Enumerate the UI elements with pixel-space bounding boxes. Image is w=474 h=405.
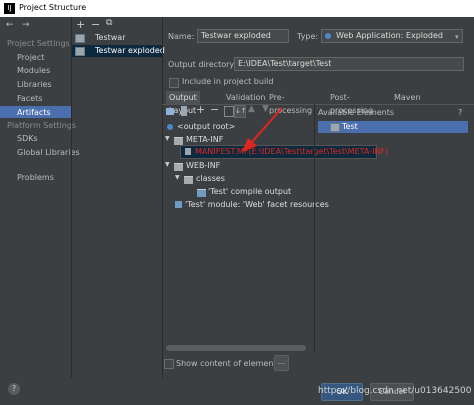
more-button[interactable]: ... [274,355,289,371]
tree-classes[interactable]: classes [196,174,225,183]
help-button[interactable]: ? [8,383,20,395]
output-directory-field[interactable]: E:\IDEA\Test\target\Test [234,57,464,71]
tree-web-inf[interactable]: WEB-INF [186,161,220,170]
type-label: Type: [297,32,319,41]
collapse-icon[interactable]: ▼ [175,174,180,181]
available-elements-title: Available Elements [318,108,395,117]
artifact-name-field[interactable]: Testwar exploded [197,29,289,43]
available-selection [318,121,468,133]
show-content-label: Show content of elements [176,359,281,368]
artifact-type-dropdown[interactable]: Web Application: Exploded [321,29,463,43]
exploded-artifact-icon [75,47,85,56]
list-divider [162,17,163,378]
folder-icon [174,163,183,171]
war-artifact-icon [75,34,85,43]
artifact-item-testwar-exploded[interactable]: Testwar exploded [95,46,165,55]
output-root-icon [167,124,173,130]
sidebar-item-modules[interactable]: Modules [17,66,50,75]
nav-back-icon[interactable]: ← [6,20,14,30]
facet-icon [175,201,182,208]
new-directory-icon[interactable] [166,108,174,115]
watermark: https://blog.csdn.net/u013642500 [318,386,472,396]
tabs-underline [162,104,474,105]
help-icon[interactable]: ? [458,108,462,117]
artifact-item-testwar[interactable]: Testwar [95,33,126,42]
chevron-down-icon: ▾ [455,33,459,41]
web-type-icon [325,33,331,39]
tree-meta-inf[interactable]: META-INF [186,135,223,144]
module-icon [330,123,340,132]
tree-manifest[interactable]: MANIFEST.MF(E:\IDEA\Test\target\Test\MET… [195,147,388,156]
add-artifact-button[interactable]: + [76,18,85,31]
include-build-label: Include in project build [182,77,274,86]
show-content-checkbox[interactable] [164,359,174,369]
sidebar-item-libraries[interactable]: Libraries [17,80,52,89]
sidebar-item-project[interactable]: Project [17,53,44,62]
nav-forward-icon[interactable]: → [22,20,30,30]
project-settings-heading: Project Settings [7,39,70,48]
folder-icon [184,176,193,184]
add-element-icon[interactable]: + [196,103,205,116]
tree-output-root[interactable]: <output root> [177,122,235,131]
sidebar-item-facets[interactable]: Facets [17,94,42,103]
intellij-icon: IJ [4,3,15,14]
tree-facet-resources[interactable]: 'Test' module: 'Web' facet resources [185,200,329,209]
output-directory-label: Output directory: [168,60,237,69]
name-label: Name: [168,32,195,41]
window-title: Project Structure [19,3,87,12]
sidebar-item-sdks[interactable]: SDKs [17,134,38,143]
pane-divider [314,104,315,352]
tab-maven[interactable]: Maven [391,91,424,104]
tab-post-processing[interactable]: Post-processing [327,91,376,115]
remove-element-icon[interactable]: − [210,103,219,116]
platform-settings-heading: Platform Settings [7,121,77,130]
horizontal-scrollbar[interactable] [166,345,306,351]
copy-artifact-button[interactable]: ⧉ [106,18,112,28]
include-build-checkbox[interactable] [169,78,179,88]
file-icon [185,148,191,155]
sidebar-item-artifacts[interactable]: Artifacts [17,108,51,117]
archive-icon[interactable] [181,106,187,116]
title-bar: IJ Project Structure [0,0,474,17]
annotation-arrow [242,107,283,152]
tab-output-layout[interactable]: Output Layout [166,91,200,115]
available-item-test[interactable]: Test [342,122,358,131]
tree-compile-output[interactable]: 'Test' compile output [208,187,291,196]
sidebar-divider [71,17,72,378]
collapse-icon[interactable]: ▼ [165,135,170,142]
sidebar-item-problems[interactable]: Problems [17,173,54,182]
module-output-icon [197,189,206,197]
remove-artifact-button[interactable]: − [91,18,100,31]
folder-icon [174,137,183,145]
collapse-icon[interactable]: ▼ [165,161,170,168]
